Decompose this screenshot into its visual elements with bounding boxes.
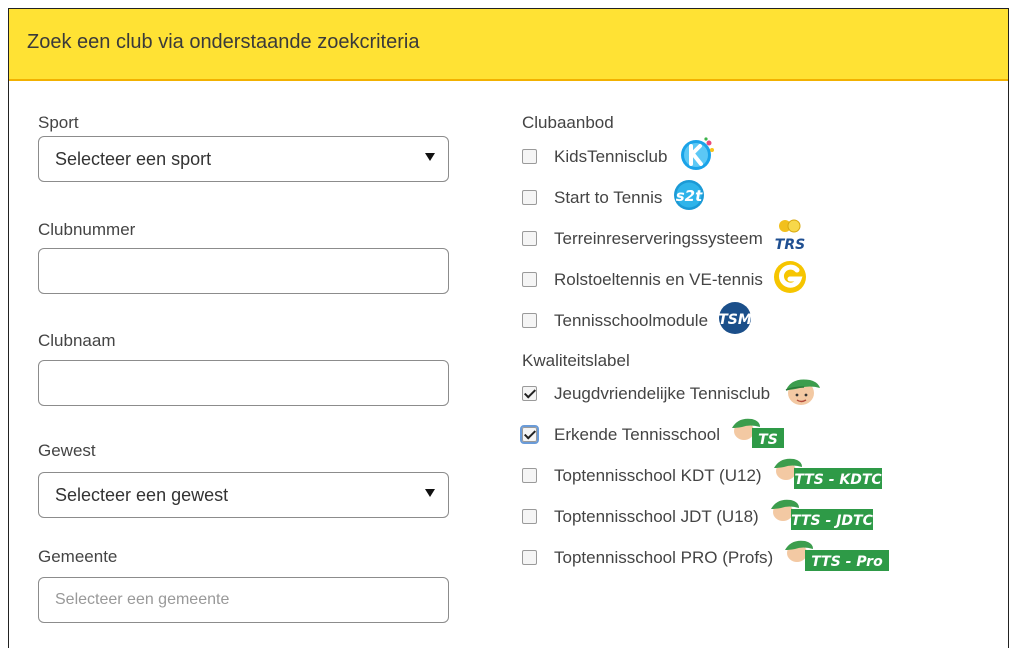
clubnaam-input[interactable] — [38, 360, 449, 406]
option-label: Erkende Tennisschool — [554, 424, 721, 444]
clubaanbod-list: KidsTennisclub Start to Tennis s2t Terre… — [522, 136, 1002, 341]
panel-title: Zoek een club via onderstaande zoekcrite… — [27, 30, 420, 53]
option-label: Toptennisschool PRO (Profs) — [554, 547, 774, 567]
checkbox[interactable] — [522, 149, 537, 164]
tts-jdtc-icon: TTS - JDTC — [769, 497, 875, 536]
kwaliteitslabel-list: Jeugdvriendelijke Tennisclub Erkende Ten… — [520, 373, 1002, 578]
svg-text:TSM: TSM — [718, 312, 752, 328]
gewest-field: Gewest Selecteer een gewest — [38, 441, 450, 518]
svg-text:TTS - KDTC: TTS - KDTC — [794, 472, 882, 488]
gemeente-field: Gemeente Selecteer een gemeente — [38, 547, 450, 623]
svg-text:s2t: s2t — [676, 187, 703, 205]
gewest-select-value: Selecteer een gewest — [55, 484, 229, 505]
kids-tennisclub-icon — [677, 136, 717, 177]
option-toptennisschool-pro[interactable]: Toptennisschool PRO (Profs) TTS - Pro — [522, 537, 1002, 578]
gemeente-placeholder: Selecteer een gemeente — [55, 591, 230, 608]
option-label: Terreinreserveringssysteem — [554, 228, 763, 248]
dropdown-arrow-icon — [425, 489, 435, 497]
option-label: Tennisschoolmodule — [554, 310, 709, 330]
option-erkende-tennisschool[interactable]: Erkende Tennisschool TS — [520, 414, 1002, 455]
option-kidstennisclub[interactable]: KidsTennisclub — [522, 136, 1002, 177]
option-toptennisschool-jdt[interactable]: Toptennisschool JDT (U18) TTS - JDTC — [522, 496, 1002, 537]
checkbox[interactable] — [522, 272, 537, 287]
option-label: Jeugdvriendelijke Tennisclub — [554, 383, 771, 403]
svg-text:TTS - JDTC: TTS - JDTC — [791, 513, 873, 529]
rolstoeltennis-icon — [773, 259, 809, 300]
option-label: Start to Tennis — [554, 187, 663, 207]
svg-text:TTS - Pro: TTS - Pro — [811, 554, 883, 570]
checkbox[interactable] — [522, 231, 537, 246]
trs-icon: TRS — [773, 217, 809, 260]
gewest-select[interactable]: Selecteer een gewest — [38, 472, 449, 518]
ts-icon: TS — [730, 415, 786, 454]
checkbox[interactable] — [522, 509, 537, 524]
gewest-label: Gewest — [38, 441, 96, 460]
jeugdvriendelijk-icon — [780, 375, 822, 412]
option-label: KidsTennisclub — [554, 146, 668, 166]
tsm-icon: TSM — [718, 300, 754, 341]
checkbox[interactable] — [522, 550, 537, 565]
option-tennisschoolmodule[interactable]: Tennisschoolmodule TSM — [522, 300, 1002, 341]
sport-select-value: Selecteer een sport — [55, 148, 212, 169]
clubnummer-label: Clubnummer — [38, 220, 136, 239]
option-label: Rolstoeltennis en VE-tennis — [554, 269, 763, 289]
sport-select[interactable]: Selecteer een sport — [38, 136, 449, 182]
svg-text:TRS: TRS — [775, 237, 805, 253]
gemeente-input[interactable]: Selecteer een gemeente — [38, 577, 449, 623]
option-jeugdvriendelijke-tennisclub[interactable]: Jeugdvriendelijke Tennisclub — [522, 373, 1002, 414]
checkbox[interactable] — [522, 386, 537, 401]
search-fields: Sport Selecteer een sport Clubnummer Clu… — [38, 113, 450, 623]
clubnaam-field: Clubnaam — [38, 331, 450, 406]
clubaanbod-title: Clubaanbod — [522, 113, 614, 132]
clubnummer-field: Clubnummer — [38, 220, 450, 294]
filter-options: Clubaanbod KidsTennisclub Start to Tenni… — [520, 113, 1002, 578]
tts-pro-icon: TTS - Pro — [783, 538, 891, 577]
option-label: Toptennisschool JDT (U18) — [554, 506, 759, 526]
option-start-to-tennis[interactable]: Start to Tennis s2t — [522, 177, 1002, 218]
checkbox[interactable] — [520, 425, 539, 444]
checkbox[interactable] — [522, 190, 537, 205]
checkbox[interactable] — [522, 313, 537, 328]
start-to-tennis-icon: s2t — [672, 178, 708, 217]
dropdown-arrow-icon — [425, 153, 435, 161]
club-search-panel: Zoek een club via onderstaande zoekcrite… — [8, 8, 1009, 648]
option-terreinreserveringssysteem[interactable]: Terreinreserveringssysteem TRS — [522, 218, 1002, 259]
checkbox[interactable] — [522, 468, 537, 483]
svg-text:TS: TS — [758, 432, 778, 448]
panel-header: Zoek een club via onderstaande zoekcrite… — [9, 9, 1008, 81]
gemeente-label: Gemeente — [38, 547, 118, 566]
option-label: Toptennisschool KDT (U12) — [554, 465, 762, 485]
clubnummer-input[interactable] — [38, 248, 449, 294]
kwaliteitslabel-title: Kwaliteitslabel — [522, 351, 630, 370]
option-rolstoeltennis[interactable]: Rolstoeltennis en VE-tennis — [522, 259, 1002, 300]
sport-label: Sport — [38, 113, 79, 132]
clubnaam-label: Clubnaam — [38, 331, 116, 350]
tts-kdtc-icon: TTS - KDTC — [772, 456, 884, 495]
option-toptennisschool-kdt[interactable]: Toptennisschool KDT (U12) TTS - KDTC — [522, 455, 1002, 496]
sport-field: Sport Selecteer een sport — [38, 113, 450, 182]
